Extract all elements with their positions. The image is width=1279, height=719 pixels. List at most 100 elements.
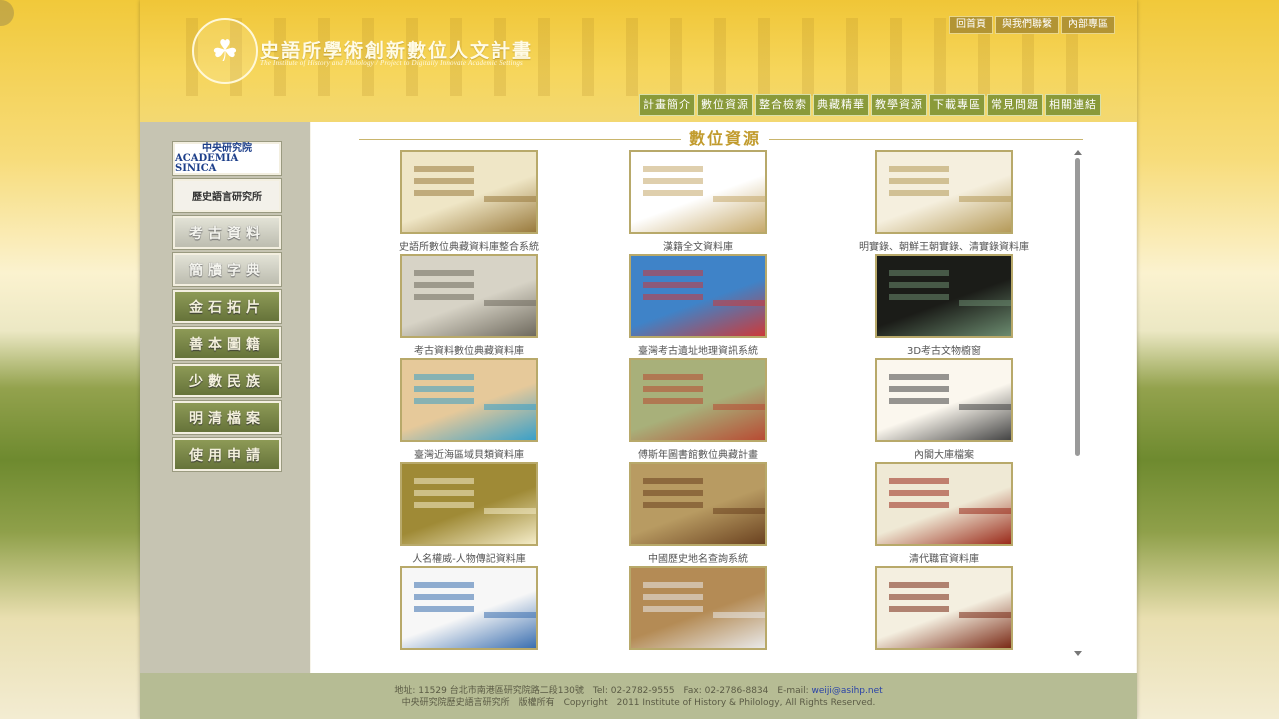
thumbnail-image-decoration (643, 270, 703, 276)
resource-caption[interactable]: 人名權威-人物傳記資料庫 (369, 550, 569, 565)
site-header: ☘ 史語所學術創新數位人文計畫 The Institute of History… (140, 0, 1137, 122)
nav-item-related-links[interactable]: 相關連結 (1045, 94, 1101, 116)
scroll-down-arrow-icon[interactable] (1074, 651, 1082, 656)
top-links: 回首頁 與我們聯繫 內部專區 (949, 16, 1115, 34)
main-nav: 計畫簡介 數位資源 整合檢索 典藏精華 教學資源 下載專區 常見問題 相關連結 (639, 94, 1101, 116)
thumbnail-image-decoration (889, 478, 949, 484)
content-area: 數位資源 史語所數位典藏資料庫整合系統 漢籍全文資料庫 明實錄、朝鮮王朝實錄、清實錄… (311, 122, 1136, 673)
resource-tile[interactable]: 漢籍全文資料庫 (598, 150, 798, 253)
sinica-name-en: ACADEMIA SINICA (175, 152, 239, 174)
thumbnail-image-decoration (414, 478, 474, 484)
sinica-name-cn: 中央研究院 (202, 142, 252, 154)
nav-item-about[interactable]: 計畫簡介 (639, 94, 695, 116)
resource-tile[interactable] (598, 566, 798, 654)
footer-address-line: 地址: 11529 台北市南港區研究院路二段130號 Tel: 02-2782-… (140, 673, 1137, 697)
resource-caption[interactable]: 考古資料數位典藏資料庫 (369, 342, 569, 357)
resource-thumbnail[interactable] (629, 358, 767, 442)
thumbnail-image-decoration (889, 270, 949, 276)
thumbnail-image-decoration (889, 582, 949, 588)
resource-tile[interactable]: 明實錄、朝鮮王朝實錄、清實錄資料庫 (844, 150, 1044, 253)
footer-email-link[interactable]: weiji@asihp.net (812, 686, 883, 696)
sidebar-item-rubbings[interactable]: 金石拓片 (173, 290, 281, 323)
resource-tile[interactable]: 人名權威-人物傳記資料庫 (369, 462, 569, 565)
resource-thumbnail[interactable] (629, 566, 767, 650)
section-title-text: 數位資源 (681, 130, 770, 148)
resource-thumbnail[interactable] (629, 254, 767, 338)
resource-thumbnail[interactable] (875, 462, 1013, 546)
resource-caption[interactable]: 內閣大庫檔案 (844, 446, 1044, 461)
top-link-contact[interactable]: 與我們聯繫 (995, 16, 1059, 34)
top-link-internal[interactable]: 內部專區 (1061, 16, 1115, 34)
nav-item-integrated-search[interactable]: 整合檢索 (755, 94, 811, 116)
sidebar-item-rare-books[interactable]: 善本圖籍 (173, 327, 281, 360)
resource-thumbnail[interactable] (629, 462, 767, 546)
nav-item-teaching-resources[interactable]: 教學資源 (871, 94, 927, 116)
section-title: 數位資源 (359, 130, 1083, 148)
resource-tile[interactable]: 考古資料數位典藏資料庫 (369, 254, 569, 357)
resource-tile[interactable]: 3D考古文物櫥窗 (844, 254, 1044, 357)
site-subtitle: The Institute of History and Philology /… (260, 59, 523, 67)
resource-thumbnail[interactable] (400, 150, 538, 234)
scrollbar-thumb[interactable] (1075, 158, 1080, 456)
resource-caption[interactable]: 臺灣考古遺址地理資訊系統 (598, 342, 798, 357)
thumbnail-image-decoration (414, 374, 474, 380)
sidebar-item-archaeology[interactable]: 考古資料 (173, 216, 281, 249)
resource-thumbnail[interactable] (875, 566, 1013, 650)
resource-thumbnail[interactable] (400, 358, 538, 442)
resource-thumbnail[interactable] (875, 254, 1013, 338)
sidebar-item-bamboo-slips[interactable]: 簡牘字典 (173, 253, 281, 286)
content-scrollbar[interactable] (1073, 150, 1083, 656)
top-link-home[interactable]: 回首頁 (949, 16, 993, 34)
corner-tab-icon (0, 0, 14, 26)
ihp-name: 歷史語言研究所 (192, 192, 262, 203)
footer-contact: 地址: 11529 台北市南港區研究院路二段130號 Tel: 02-2782-… (394, 686, 812, 696)
sidebar-item-ethnic-minorities[interactable]: 少數民族 (173, 364, 281, 397)
page-container: ☘ 史語所學術創新數位人文計畫 The Institute of History… (140, 0, 1137, 719)
thumbnail-image-decoration (643, 478, 703, 484)
resource-tile[interactable] (844, 566, 1044, 654)
resource-tile[interactable]: 中國歷史地名查詢系統 (598, 462, 798, 565)
nav-item-downloads[interactable]: 下載專區 (929, 94, 985, 116)
resource-caption[interactable]: 清代職官資料庫 (844, 550, 1044, 565)
thumbnail-image-decoration (889, 374, 949, 380)
resource-thumbnail[interactable] (400, 566, 538, 650)
resource-caption[interactable]: 漢籍全文資料庫 (598, 238, 798, 253)
resource-caption[interactable]: 史語所數位典藏資料庫整合系統 (369, 238, 569, 253)
resource-caption[interactable]: 臺灣近海區域貝類資料庫 (369, 446, 569, 461)
thumbnail-image-decoration (643, 582, 703, 588)
resource-tile[interactable]: 史語所數位典藏資料庫整合系統 (369, 150, 569, 253)
ihp-logo-icon[interactable]: ☘ (192, 18, 258, 84)
nav-item-digital-resources[interactable]: 數位資源 (697, 94, 753, 116)
resource-tile[interactable]: 臺灣近海區域貝類資料庫 (369, 358, 569, 461)
sidebar: 中央研究院 ACADEMIA SINICA 歷史語言研究所 考古資料 簡牘字典 … (140, 122, 310, 673)
nav-item-faq[interactable]: 常見問題 (987, 94, 1043, 116)
resource-caption[interactable]: 傅斯年圖書館數位典藏計畫 (598, 446, 798, 461)
resource-thumbnail[interactable] (400, 254, 538, 338)
thumbnail-image-decoration (643, 166, 703, 172)
resource-grid: 史語所數位典藏資料庫整合系統 漢籍全文資料庫 明實錄、朝鮮王朝實錄、清實錄資料庫考古… (311, 148, 1071, 655)
nav-item-collection-highlights[interactable]: 典藏精華 (813, 94, 869, 116)
resource-caption[interactable]: 3D考古文物櫥窗 (844, 342, 1044, 357)
resource-thumbnail[interactable] (629, 150, 767, 234)
thumbnail-image-decoration (414, 582, 474, 588)
scroll-up-arrow-icon[interactable] (1074, 150, 1082, 155)
resource-caption[interactable]: 明實錄、朝鮮王朝實錄、清實錄資料庫 (844, 238, 1044, 253)
resource-thumbnail[interactable] (400, 462, 538, 546)
thumbnail-image-decoration (414, 166, 474, 172)
resource-caption[interactable]: 中國歷史地名查詢系統 (598, 550, 798, 565)
sidebar-academia-sinica-link[interactable]: 中央研究院 ACADEMIA SINICA (173, 142, 281, 175)
resource-tile[interactable]: 臺灣考古遺址地理資訊系統 (598, 254, 798, 357)
resource-tile[interactable] (369, 566, 569, 654)
site-footer: 地址: 11529 台北市南港區研究院路二段130號 Tel: 02-2782-… (140, 673, 1137, 719)
thumbnail-image-decoration (889, 166, 949, 172)
sidebar-ihp-link[interactable]: 歷史語言研究所 (173, 179, 281, 212)
resource-tile[interactable]: 內閣大庫檔案 (844, 358, 1044, 461)
sidebar-item-ming-qing-archives[interactable]: 明清檔案 (173, 401, 281, 434)
resource-tile[interactable]: 清代職官資料庫 (844, 462, 1044, 565)
resource-thumbnail[interactable] (875, 358, 1013, 442)
resource-thumbnail[interactable] (875, 150, 1013, 234)
sidebar-item-usage-application[interactable]: 使用申請 (173, 438, 281, 471)
footer-copyright: 中央研究院歷史語言研究所 版權所有 Copyright 2011 Institu… (401, 698, 876, 708)
resource-tile[interactable]: 傅斯年圖書館數位典藏計畫 (598, 358, 798, 461)
thumbnail-image-decoration (643, 374, 703, 380)
